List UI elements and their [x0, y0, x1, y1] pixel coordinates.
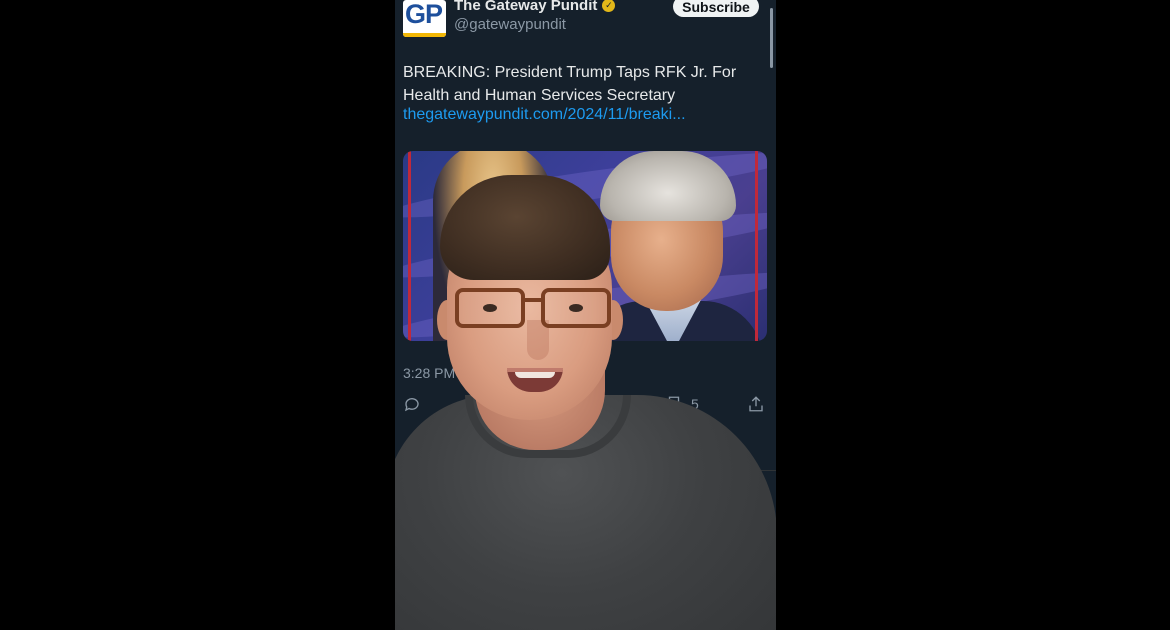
bookmark-count: 5: [691, 396, 699, 412]
avatar-logo-text: GP: [405, 0, 443, 29]
account-name-row[interactable]: The Gateway Pundit ✓: [454, 0, 616, 14]
phone-screen: GP The Gateway Pundit ✓ @gatewaypundit S…: [395, 0, 776, 630]
tweet-timestamp[interactable]: 3:28 PM · 1: [403, 365, 475, 381]
bell-icon[interactable]: [670, 606, 690, 626]
verified-badge-icon: ✓: [602, 0, 616, 12]
red-border-line: [408, 151, 411, 341]
left-person-figure: [433, 151, 553, 341]
avatar-accent-bar: [403, 33, 446, 37]
tweet-link[interactable]: thegatewaypundit.com/2024/11/breaki...: [403, 106, 686, 124]
account-handle[interactable]: @gatewaypundit: [454, 16, 566, 33]
subscribe-button[interactable]: Subscribe: [673, 0, 759, 17]
creator-teeth: [515, 372, 555, 378]
bookmark-button[interactable]: 5: [665, 395, 699, 413]
red-border-line: [755, 151, 758, 341]
share-button[interactable]: [747, 395, 765, 413]
creator-mouth: [507, 368, 563, 392]
tweet-text: BREAKING: President Trump Taps RFK Jr. F…: [403, 64, 737, 104]
reply-icon: [404, 398, 419, 412]
account-name[interactable]: The Gateway Pundit: [454, 0, 597, 14]
share-icon: [749, 396, 763, 412]
account-avatar[interactable]: GP: [403, 0, 446, 37]
bookmark-icon: [668, 396, 680, 413]
mail-icon[interactable]: [733, 606, 753, 626]
tweet-action-bar: 5: [403, 395, 767, 419]
tweet-media-image[interactable]: [403, 151, 767, 341]
more-options-button[interactable]: ···: [750, 478, 769, 496]
bottom-navigation: [395, 590, 776, 630]
section-divider: [395, 470, 776, 471]
scrollbar-thumb[interactable]: [770, 8, 773, 68]
reply-button[interactable]: [403, 395, 421, 413]
